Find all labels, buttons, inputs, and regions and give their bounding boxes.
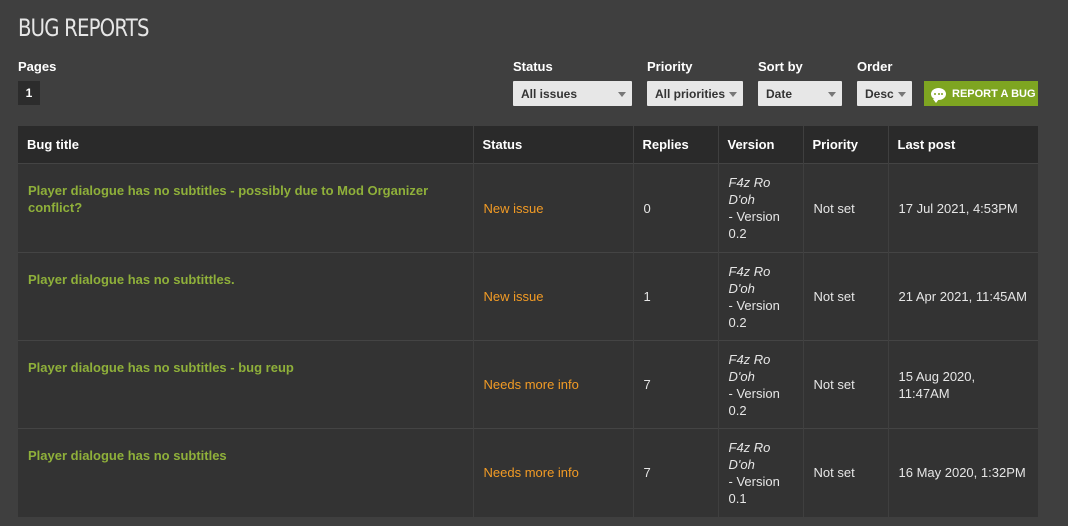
replies-cell: 7 xyxy=(633,428,719,517)
bug-title-link[interactable]: Player dialogue has no subtitles xyxy=(28,448,227,463)
pages-label: Pages xyxy=(18,59,57,74)
status-filter-value: All issues xyxy=(521,86,578,101)
version-number: - Version 0.2 xyxy=(728,297,780,330)
status-text: Needs more info xyxy=(483,465,579,481)
status-filter-label: Status xyxy=(513,59,553,74)
priority-filter-label: Priority xyxy=(647,59,693,74)
version-name: F4z Ro D'oh xyxy=(728,175,771,207)
sort-by-value: Date xyxy=(766,86,793,101)
replies-cell: 7 xyxy=(633,340,719,429)
status-text: New issue xyxy=(483,289,544,304)
version-cell: F4z Ro D'oh - Version 0.1 xyxy=(718,428,804,517)
priority-cell: Not set xyxy=(803,163,889,253)
table-row: Player dialogue has no subtittles. New i… xyxy=(18,252,1039,341)
version-cell: F4z Ro D'oh - Version 0.2 xyxy=(718,340,804,429)
version-name: F4z Ro D'oh xyxy=(728,263,771,296)
status-cell: New issue xyxy=(473,163,634,253)
report-bug-label: REPORT A BUG xyxy=(952,87,1036,100)
version-name: F4z Ro D'oh xyxy=(728,439,771,472)
column-header-priority[interactable]: Priority xyxy=(803,126,889,164)
report-bug-button[interactable]: REPORT A BUG xyxy=(924,81,1038,106)
bug-title-link[interactable]: Player dialogue has no subtitles - possi… xyxy=(28,183,428,215)
table-header-row: Bug title Status Replies Version Priorit… xyxy=(18,126,1039,164)
table-row: Player dialogue has no subtitles Needs m… xyxy=(18,428,1039,517)
priority-cell: Not set xyxy=(803,428,889,517)
priority-filter-value: All priorities xyxy=(655,86,726,101)
last-post-cell: 16 May 2020, 1:32PM xyxy=(888,428,1039,517)
version-cell: F4z Ro D'oh - Version 0.2 xyxy=(718,163,804,253)
bug-title-cell: Player dialogue has no subtitles - possi… xyxy=(18,163,474,253)
column-header-replies[interactable]: Replies xyxy=(633,126,719,164)
bug-title-cell: Player dialogue has no subtitles - bug r… xyxy=(18,340,474,429)
version-number: - Version 0.2 xyxy=(728,209,780,241)
chat-bubble-icon xyxy=(931,87,946,103)
last-post-cell: 17 Jul 2021, 4:53PM xyxy=(888,163,1039,253)
status-filter-select[interactable]: All issues xyxy=(513,81,632,106)
status-cell: New issue xyxy=(473,252,634,341)
order-value: Desc xyxy=(865,86,894,101)
status-cell: Needs more info xyxy=(473,340,634,429)
last-post-cell: 21 Apr 2021, 11:45AM xyxy=(888,252,1039,341)
status-cell: Needs more info xyxy=(473,428,634,517)
version-number: - Version 0.1 xyxy=(728,473,780,506)
status-text: New issue xyxy=(483,200,544,216)
version-cell: F4z Ro D'oh - Version 0.2 xyxy=(718,252,804,341)
page-link-1[interactable]: 1 xyxy=(18,81,40,105)
bug-title-link[interactable]: Player dialogue has no subtitles - bug r… xyxy=(28,360,294,375)
chevron-down-icon xyxy=(729,92,737,97)
order-label: Order xyxy=(857,59,893,74)
last-post-cell: 15 Aug 2020, 11:47AM xyxy=(888,340,1039,429)
replies-cell: 1 xyxy=(633,252,719,341)
bug-title-cell: Player dialogue has no subtitles xyxy=(18,428,474,517)
replies-cell: 0 xyxy=(633,163,719,253)
chevron-down-icon xyxy=(898,92,906,97)
column-header-last-post[interactable]: Last post xyxy=(888,126,1039,164)
table-row: Player dialogue has no subtitles - possi… xyxy=(18,163,1039,253)
chevron-down-icon xyxy=(618,92,626,97)
version-name: F4z Ro D'oh xyxy=(728,351,771,384)
version-number: - Version 0.2 xyxy=(728,385,780,418)
priority-cell: Not set xyxy=(803,340,889,429)
order-select[interactable]: Desc xyxy=(857,81,912,106)
column-header-status[interactable]: Status xyxy=(473,126,634,164)
page-title: BUG REPORTS xyxy=(18,14,149,42)
column-header-bug-title[interactable]: Bug title xyxy=(18,126,474,164)
sort-by-select[interactable]: Date xyxy=(758,81,842,106)
status-text: Needs more info xyxy=(483,377,579,392)
column-header-version[interactable]: Version xyxy=(718,126,804,164)
bug-title-cell: Player dialogue has no subtittles. xyxy=(18,252,474,341)
sort-by-label: Sort by xyxy=(758,59,803,74)
priority-filter-select[interactable]: All priorities xyxy=(647,81,743,106)
chevron-down-icon xyxy=(828,92,836,97)
table-row: Player dialogue has no subtitles - bug r… xyxy=(18,340,1039,429)
bug-reports-table: Bug title Status Replies Version Priorit… xyxy=(18,126,1039,517)
bug-title-link[interactable]: Player dialogue has no subtittles. xyxy=(28,272,235,287)
priority-cell: Not set xyxy=(803,252,889,341)
